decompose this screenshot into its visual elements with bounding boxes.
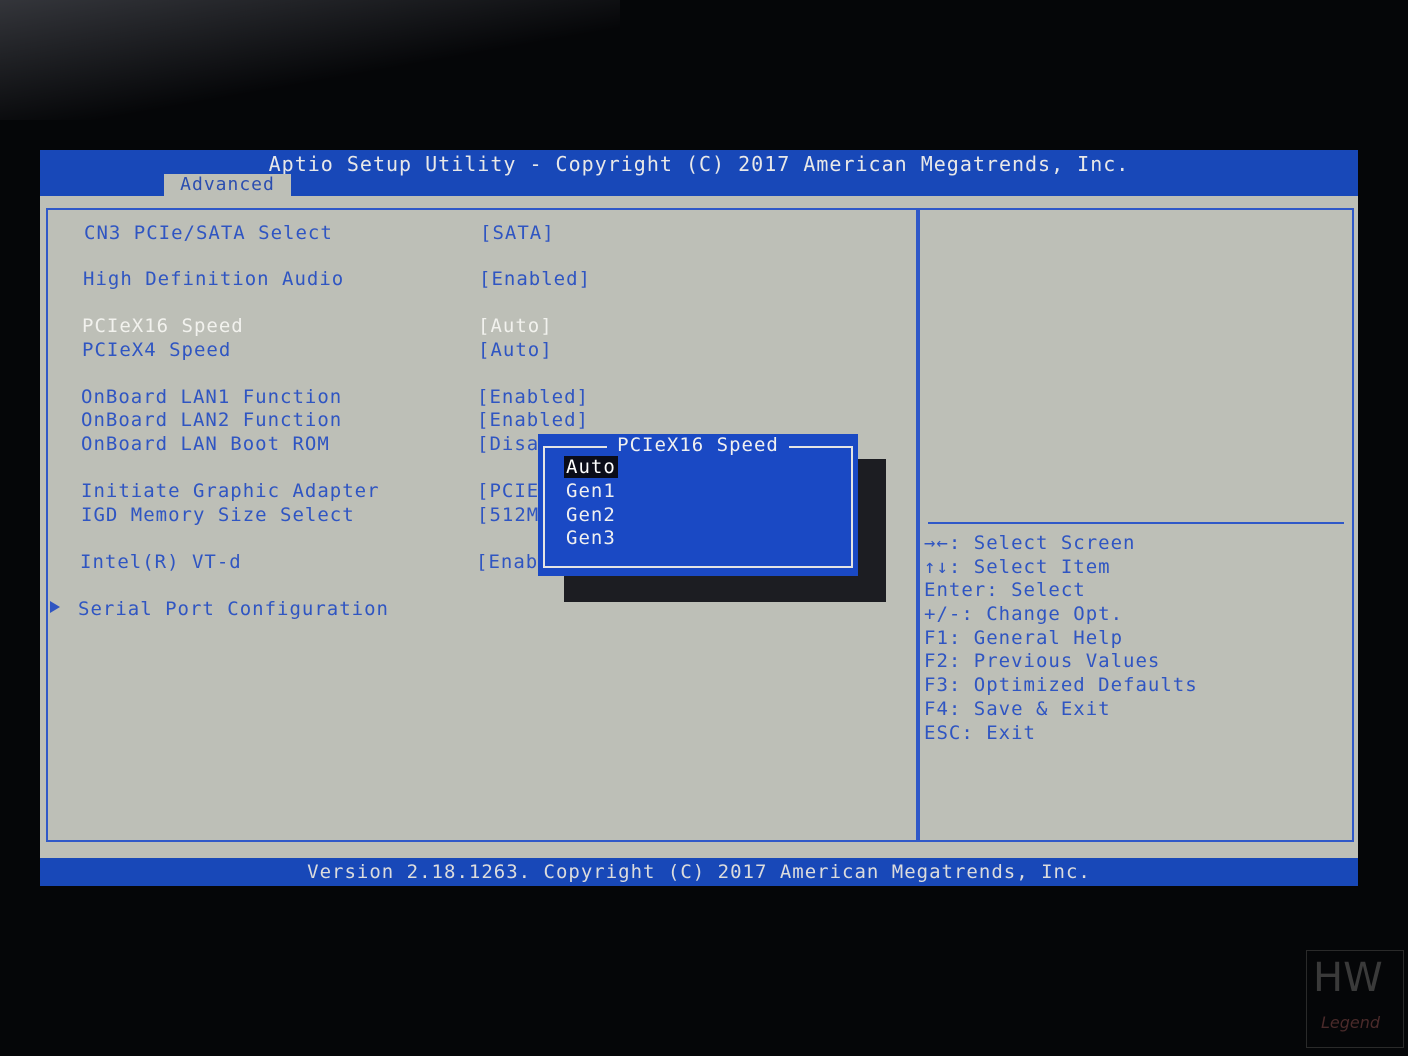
watermark-mark: HW — [1313, 955, 1383, 1001]
bios-screen: Aptio Setup Utility - Copyright (C) 2017… — [40, 150, 1358, 886]
popup-title-text: PCIeX16 Speed — [607, 434, 789, 456]
popup-option-gen3[interactable]: Gen3 — [564, 527, 618, 549]
option-popup: PCIeX16 Speed Auto Gen1 Gen2 Gen3 — [538, 434, 858, 576]
help-line: F4: Save & Exit — [924, 697, 1111, 720]
setting-label: OnBoard LAN Boot ROM — [81, 433, 330, 455]
setting-value: [Enabled] — [477, 409, 589, 431]
setting-label: Intel(R) VT-d — [80, 551, 242, 573]
setting-value: [Enabled] — [479, 268, 591, 290]
setting-label: CN3 PCIe/SATA Select — [84, 222, 333, 244]
setting-value: [SATA] — [480, 222, 555, 244]
help-line: F2: Previous Values — [924, 650, 1161, 673]
popup-option-gen2[interactable]: Gen2 — [564, 504, 618, 526]
tab-advanced[interactable]: Advanced — [164, 174, 291, 196]
help-line: →←: Select Screen — [924, 532, 1136, 554]
popup-option-gen1[interactable]: Gen1 — [564, 480, 618, 502]
setting-label: High Definition Audio — [83, 268, 345, 290]
help-divider — [928, 522, 1344, 524]
help-line: F3: Optimized Defaults — [924, 674, 1198, 697]
watermark-sub: Legend — [1321, 1013, 1381, 1032]
setting-value: [512M — [477, 504, 540, 526]
help-line: ↑↓: Select Item — [924, 555, 1111, 578]
footer-version: Version 2.18.1263. Copyright (C) 2017 Am… — [40, 858, 1358, 886]
help-line: +/-: Change Opt. — [924, 603, 1124, 626]
setting-value: [Enabled] — [477, 386, 589, 408]
popup-option-auto[interactable]: Auto — [564, 456, 618, 478]
setting-label: PCIeX4 Speed — [82, 339, 232, 361]
watermark-logo: HW Legend — [1306, 950, 1404, 1048]
setting-label: Initiate Graphic Adapter — [81, 480, 380, 502]
setting-label: PCIeX16 Speed — [82, 315, 244, 337]
setting-value: [Auto] — [478, 339, 553, 361]
help-line: Enter: Select — [924, 579, 1086, 602]
help-line: F1: General Help — [924, 626, 1124, 649]
setting-label: OnBoard LAN1 Function — [81, 386, 343, 408]
header-bar: Aptio Setup Utility - Copyright (C) 2017… — [40, 150, 1358, 196]
setting-label: IGD Memory Size Select — [81, 504, 355, 526]
setting-label: Serial Port Configuration — [78, 598, 389, 620]
setting-value: [Auto] — [478, 315, 553, 337]
setting-value: [Enab — [476, 551, 539, 573]
setting-value: [PCIE — [477, 480, 540, 502]
app-title: Aptio Setup Utility - Copyright (C) 2017… — [268, 152, 1130, 176]
submenu-arrow-icon — [50, 601, 60, 613]
help-line: ESC: Exit — [924, 721, 1036, 744]
key-help-list: →←: Select Screen ↑↓: Select Item Enter:… — [924, 532, 1198, 745]
help-panel — [918, 208, 1354, 842]
popup-title: PCIeX16 Speed — [538, 434, 858, 456]
setting-value: [Disa — [477, 433, 540, 455]
screen-glare — [0, 0, 620, 120]
setting-label: OnBoard LAN2 Function — [81, 409, 343, 431]
